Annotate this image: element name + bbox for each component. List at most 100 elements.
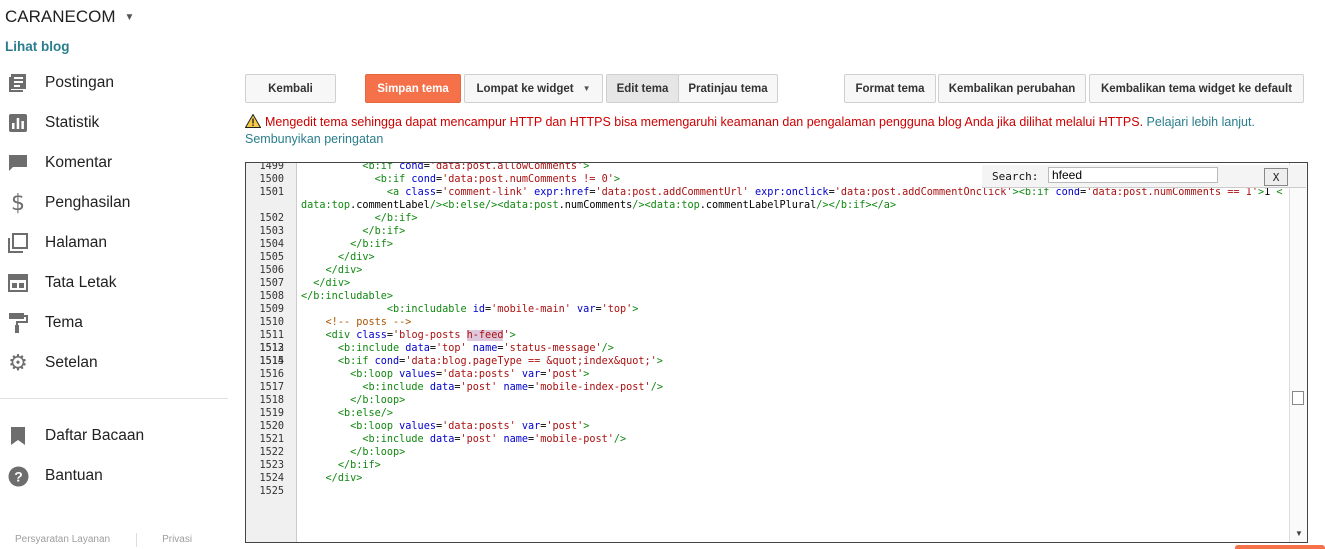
privacy-link[interactable]: Privasi [162,534,192,548]
code-line[interactable]: 1523 </b:if> [246,459,1286,472]
code-line[interactable]: 1509 <b:includable id='mobile-main' var=… [246,303,1286,316]
code-line[interactable]: 1502 </b:if> [246,212,1286,225]
floating-accent-tab [1235,545,1325,549]
sidebar-item-tata-letak[interactable]: Tata Letak [0,263,230,303]
sidebar-item-penghasilan[interactable]: $ Penghasilan [0,183,230,223]
stats-icon [6,111,30,135]
save-theme-button[interactable]: Simpan tema [365,74,461,103]
svg-text:?: ? [14,468,23,484]
code-line[interactable]: 1518 </b:loop> [246,394,1286,407]
paint-roller-icon [6,311,30,335]
line-number: 1517 [259,382,284,393]
code-line[interactable]: 1524 </div> [246,472,1286,485]
code-text: </div> [313,278,351,289]
jump-to-widget-label: Lompat ke widget [476,82,574,95]
terms-link[interactable]: Persyaratan Layanan [15,534,110,548]
tab-preview-theme[interactable]: Pratinjau tema [678,74,778,103]
code-content[interactable]: 1499 <b:if cond='data:post.allowComments… [246,163,1286,497]
learn-more-link[interactable]: Pelajari lebih lanjut. [1147,115,1255,129]
scroll-down-arrow-icon[interactable]: ▼ [1295,529,1303,538]
code-editor[interactable]: 1499 <b:if cond='data:post.allowComments… [245,162,1308,543]
sidebar-item-bantuan[interactable]: ? Bantuan [0,456,230,496]
code-line[interactable]: 1501 <a class='comment-link' expr:href='… [246,186,1286,212]
sidebar-item-label: Penghasilan [45,194,131,211]
code-line[interactable]: 1513 <b:include data='top' name='status-… [246,342,1286,355]
layout-icon [6,271,30,295]
code-text: <!-- posts --> [301,317,412,328]
code-line[interactable]: 1507 </div> [246,277,1286,290]
editor-search-bar: Search: X [982,165,1306,188]
code-text: </b:loop> [350,395,406,406]
line-number: 1508 [259,291,284,302]
line-number: 1510 [259,317,284,328]
posts-icon [6,71,30,95]
code-text: <b:include data='post' name='mobile-post… [362,434,627,445]
format-theme-button[interactable]: Format tema [844,74,936,103]
code-line[interactable]: 1503 </b:if> [246,225,1286,238]
sidebar-item-komentar[interactable]: Komentar [0,143,230,183]
sidebar-item-label: Postingan [45,74,114,91]
jump-to-widget-dropdown[interactable]: Lompat ke widget ▼ [464,74,603,103]
close-search-button[interactable]: X [1264,168,1288,186]
code-text: </b:if> [362,226,406,237]
code-line[interactable]: 1506 </div> [246,264,1286,277]
code-text: <b:if cond='data:blog.pageType == &quot;… [337,356,663,367]
editor-scrollbar[interactable]: ▲ ▼ [1289,163,1307,542]
sidebar-item-label: Tata Letak [45,274,117,291]
hide-warning-link[interactable]: Sembunyikan peringatan [245,132,383,146]
line-number: 1524 [259,473,284,484]
line-number: 1501 [259,187,284,198]
sidebar-nav: Postingan Statistik Komentar $ Penghasil… [0,63,230,383]
code-line[interactable]: 1508 </b:includable> [246,290,1286,303]
line-number: 1503 [259,226,284,237]
line-number: 1502 [259,213,284,224]
comments-icon [6,151,30,175]
code-text: <b:include data='top' name='status-messa… [337,343,614,354]
code-text: </b:loop> [350,447,406,458]
view-blog-link[interactable]: Lihat blog [5,39,70,54]
pages-icon [6,231,30,255]
line-number: 1500 [259,174,284,185]
sidebar-item-tema[interactable]: Tema [0,303,230,343]
tab-edit-theme[interactable]: Edit tema [606,74,679,103]
sidebar-item-postingan[interactable]: Postingan [0,63,230,103]
sidebar-item-label: Daftar Bacaan [45,427,145,444]
code-line[interactable]: 1505 </div> [246,251,1286,264]
caret-down-icon: ▼ [124,11,135,23]
code-text: <b:if cond='data:post.numComments != 0'> [374,174,620,185]
blog-selector[interactable]: CARANECOM ▼ [5,7,134,27]
back-button[interactable]: Kembali [245,74,336,103]
sidebar-item-daftar-bacaan[interactable]: Daftar Bacaan [0,416,230,456]
code-line[interactable]: 1522 </b:loop> [246,446,1286,459]
blog-title: CARANECOM [5,7,116,26]
scrollbar-thumb[interactable] [1292,391,1304,405]
search-input[interactable] [1048,167,1218,183]
line-number: 1515 [259,356,284,367]
help-icon: ? [6,464,30,488]
revert-changes-button[interactable]: Kembalikan perubahan [938,74,1086,103]
sidebar-divider [0,398,228,399]
code-text: <b:include data='post' name='mobile-inde… [362,382,663,393]
line-number: 1520 [259,421,284,432]
code-line[interactable]: 1511 <div class='blog-posts h-feed'> [246,329,1286,342]
line-number: 1521 [259,434,284,445]
code-text: <b:includable id='mobile-main' var='top'… [386,304,639,315]
code-line[interactable]: 1520 <b:loop values='data:posts' var='po… [246,420,1286,433]
code-text: </b:if> [337,460,381,471]
code-line[interactable]: 1517 <b:include data='post' name='mobile… [246,381,1286,394]
sidebar-item-setelan[interactable]: ⚙ Setelan [0,343,230,383]
code-line[interactable]: 1510 <!-- posts --> [246,316,1286,329]
code-line[interactable]: 1515 <b:if cond='data:blog.pageType == &… [246,355,1286,368]
code-line[interactable]: 1519 <b:else/> [246,407,1286,420]
code-line[interactable]: 1521 <b:include data='post' name='mobile… [246,433,1286,446]
code-line[interactable]: 1504 </b:if> [246,238,1286,251]
code-text: </div> [325,265,363,276]
code-line[interactable]: 1516 <b:loop values='data:posts' var='po… [246,368,1286,381]
sidebar-item-label: Setelan [45,354,98,371]
reset-widgets-button[interactable]: Kembalikan tema widget ke default [1089,74,1304,103]
dollar-icon: $ [11,190,25,216]
sidebar-item-statistik[interactable]: Statistik [0,103,230,143]
sidebar-item-halaman[interactable]: Halaman [0,223,230,263]
code-text: </div> [325,473,363,484]
sidebar-item-label: Statistik [45,114,100,131]
